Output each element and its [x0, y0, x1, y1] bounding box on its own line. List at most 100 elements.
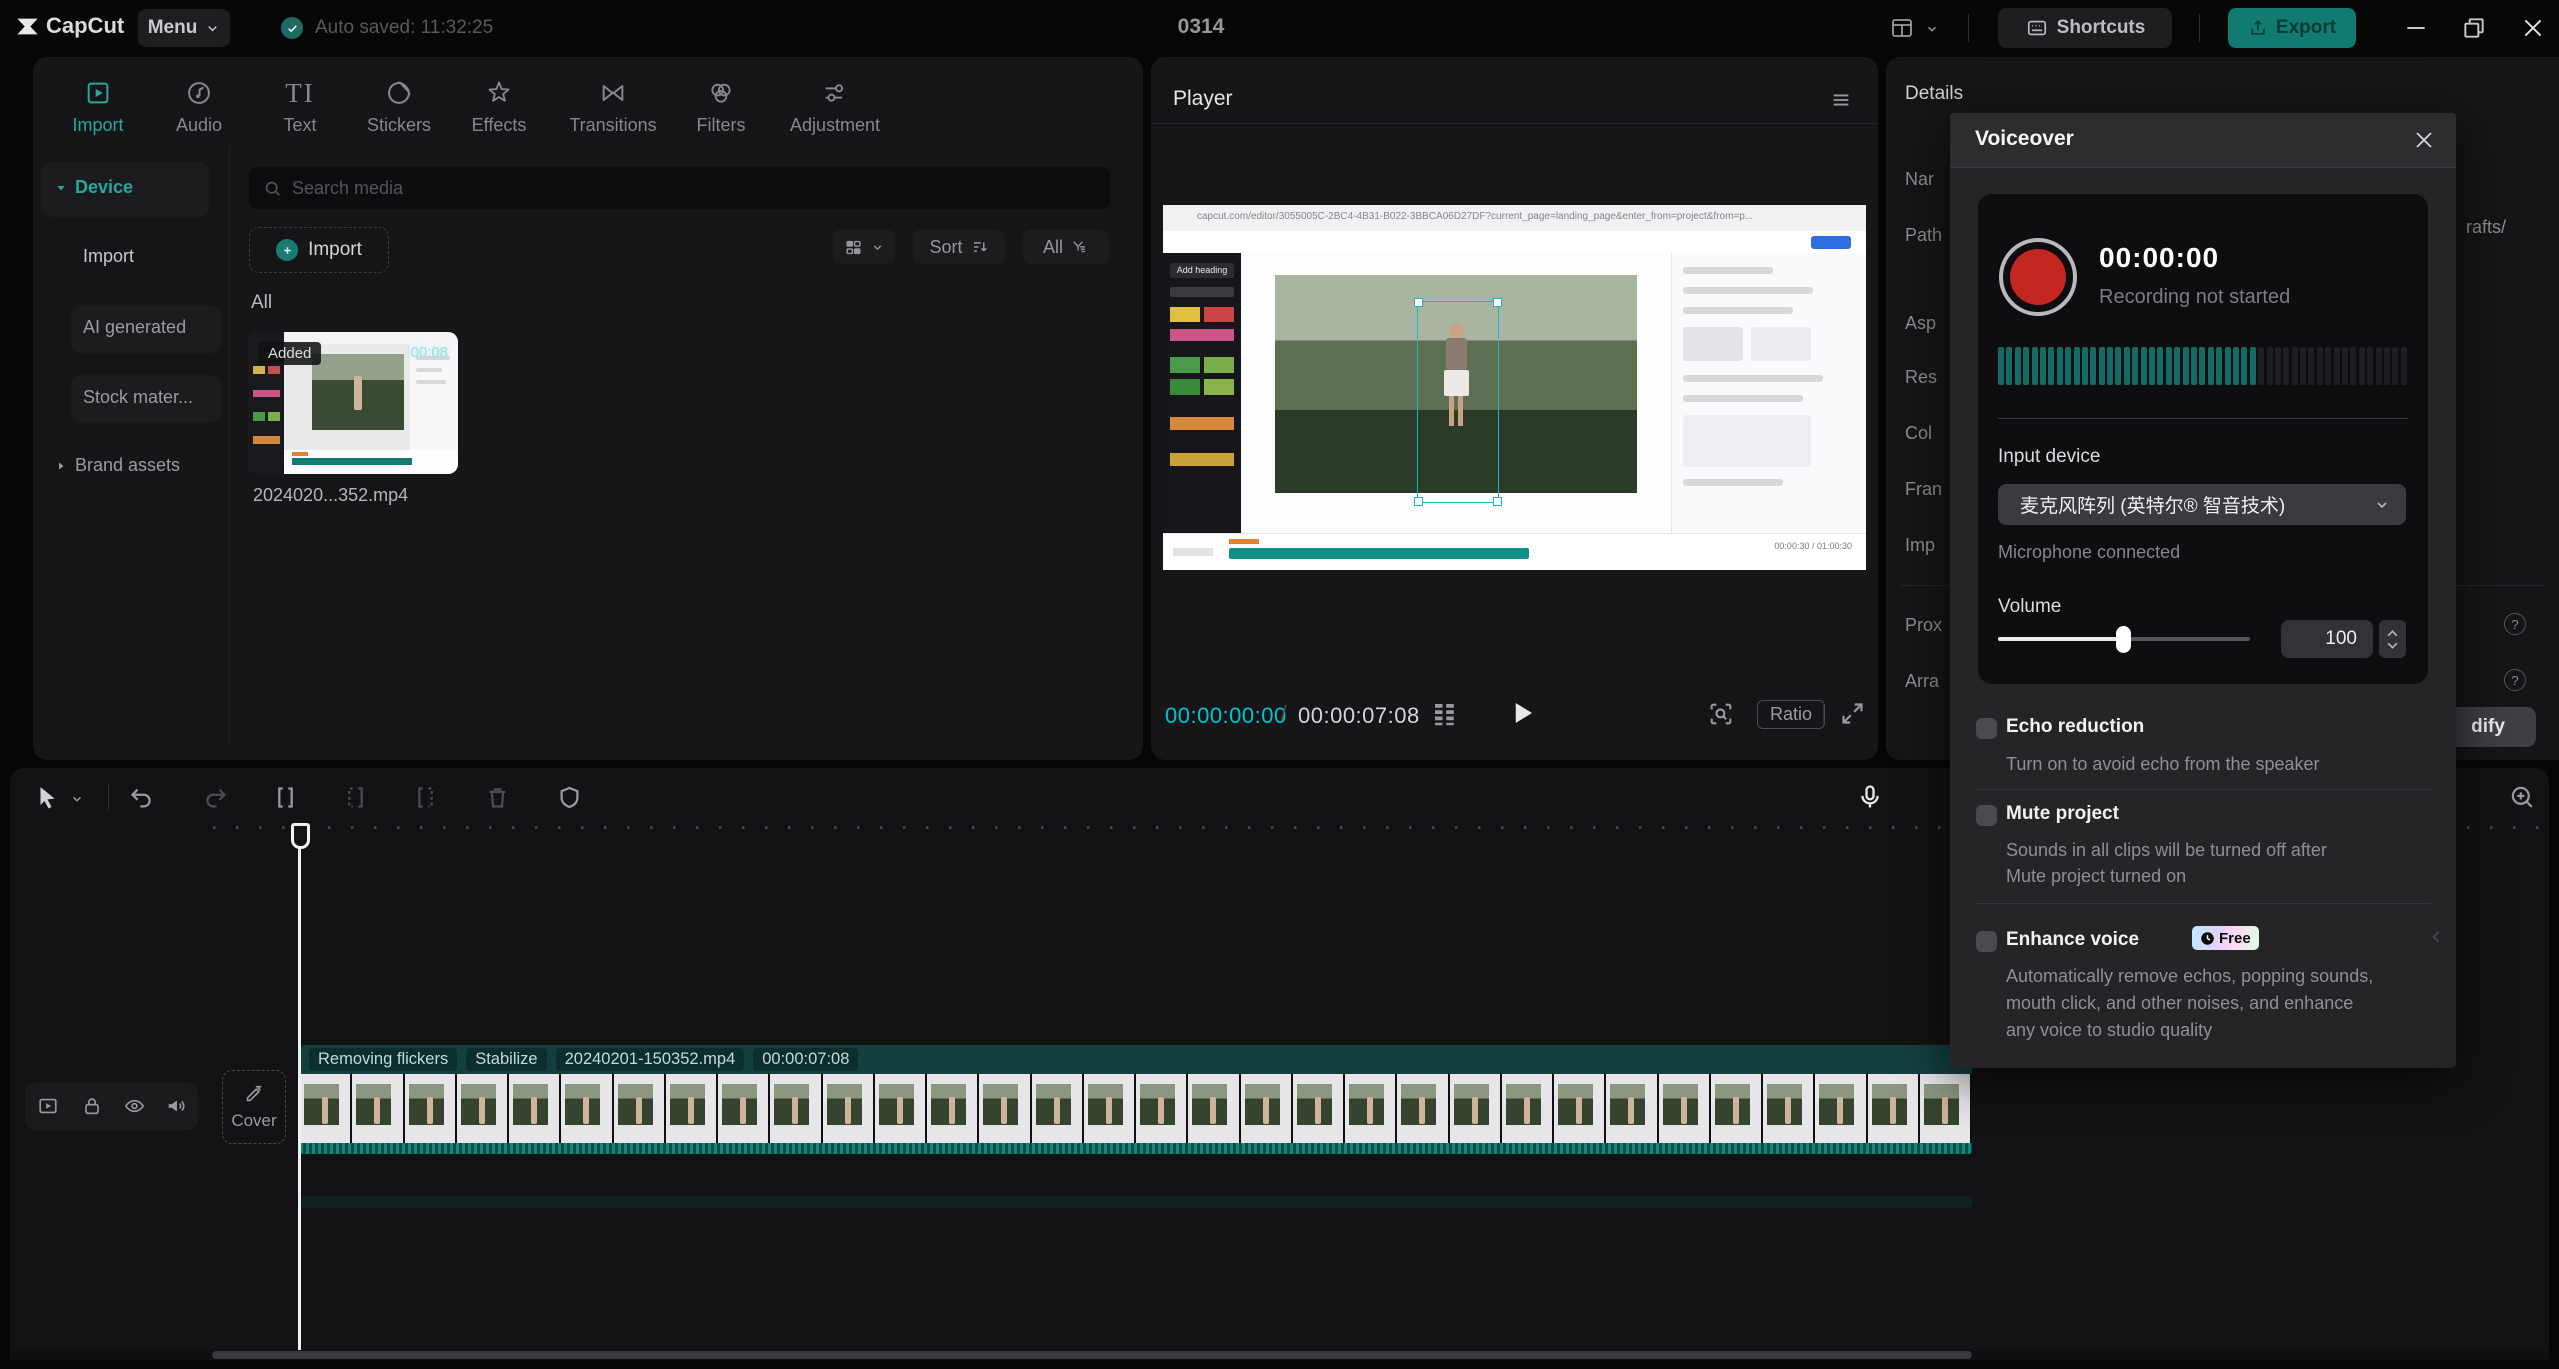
- media-card[interactable]: Added 00:08: [248, 332, 458, 474]
- details-path-value: rafts/: [2466, 217, 2506, 238]
- layout-chevron-icon[interactable]: [1925, 22, 1939, 36]
- level-meter-bar: [2233, 347, 2239, 385]
- fullscreen-icon[interactable]: [1839, 700, 1866, 727]
- clip-header: Removing flickers Stabilize 20240201-150…: [300, 1045, 1972, 1074]
- caret-right-icon: [55, 460, 67, 472]
- split-right-icon[interactable]: [412, 784, 439, 811]
- level-meter-bar: [2099, 347, 2105, 385]
- filmstrip-frame: [1136, 1074, 1188, 1143]
- level-meter-bar: [2090, 347, 2096, 385]
- volume-slider-handle[interactable]: [2116, 626, 2131, 653]
- voiceover-header: Voiceover: [1950, 113, 2456, 168]
- filmstrip-frame: [1815, 1074, 1867, 1143]
- details-row-color: Col: [1905, 423, 1932, 444]
- view-mode-button[interactable]: [833, 230, 895, 264]
- export-button[interactable]: Export: [2228, 8, 2356, 48]
- filter-button[interactable]: All: [1023, 230, 1109, 264]
- ratio-button[interactable]: Ratio: [1757, 700, 1825, 729]
- filmstrip-frame: [1345, 1074, 1397, 1143]
- arrange-help-icon[interactable]: ?: [2504, 669, 2526, 691]
- tab-filters[interactable]: Filters: [661, 79, 781, 136]
- player-video-preview[interactable]: capcut.com/editor/3055005C-2BC4-4B31-B02…: [1163, 205, 1866, 570]
- level-meter-bar: [2006, 347, 2012, 385]
- select-tool-chevron-icon[interactable]: [70, 792, 84, 806]
- recording-status: Recording not started: [2099, 286, 2290, 309]
- main-track-icon[interactable]: [37, 1095, 59, 1117]
- focus-icon[interactable]: [1707, 700, 1735, 728]
- layout-panels-icon[interactable]: [1889, 16, 1915, 40]
- preview-heading-chip: Add heading: [1170, 263, 1234, 278]
- player-menu-icon[interactable]: [1829, 89, 1853, 111]
- level-meter-bar: [1998, 347, 2004, 385]
- proxy-help-icon[interactable]: ?: [2504, 613, 2526, 635]
- record-voiceover-mic-icon[interactable]: [1856, 782, 1884, 812]
- tab-adjustment[interactable]: Adjustment: [775, 79, 895, 136]
- level-meter-bar: [2141, 347, 2147, 385]
- restore-button[interactable]: [2461, 15, 2487, 41]
- sidebar-group-brand-assets[interactable]: Brand assets: [55, 455, 180, 476]
- close-window-button[interactable]: [2520, 15, 2546, 41]
- undo-icon[interactable]: [128, 784, 155, 811]
- timeline-scrollbar[interactable]: [10, 1350, 2549, 1360]
- hide-track-icon[interactable]: [123, 1095, 146, 1117]
- voiceover-title: Voiceover: [1975, 127, 2074, 151]
- tab-effects[interactable]: Effects: [439, 79, 559, 136]
- sidebar-item-import[interactable]: Import: [83, 246, 134, 267]
- stickers-tab-icon: [385, 79, 413, 107]
- select-tool-icon[interactable]: [34, 785, 60, 811]
- input-device-select[interactable]: 麦克风阵列 (英特尔® 智音技术): [1998, 484, 2406, 525]
- filmstrip-frame: [1659, 1074, 1711, 1143]
- menu-label: Menu: [148, 17, 198, 39]
- video-clip[interactable]: Removing flickers Stabilize 20240201-150…: [300, 1045, 1972, 1163]
- sidebar-group-device[interactable]: Device: [55, 177, 133, 198]
- capcut-window: { "titlebar": { "app_name": "CapCut", "m…: [0, 0, 2559, 1369]
- level-meter-bar: [2225, 347, 2231, 385]
- shortcuts-button[interactable]: Shortcuts: [1998, 8, 2172, 48]
- redo-icon[interactable]: [202, 784, 229, 811]
- preview-selection-box: [1417, 301, 1499, 503]
- import-media-button[interactable]: Import: [249, 227, 389, 273]
- filmstrip-frame: [666, 1074, 718, 1143]
- play-button[interactable]: [1507, 697, 1537, 729]
- import-tab-icon: [84, 79, 112, 107]
- sidebar-item-stock-materials[interactable]: Stock mater...: [83, 387, 193, 408]
- volume-stepper[interactable]: [2379, 620, 2406, 658]
- level-meter-bar: [2216, 347, 2222, 385]
- playhead[interactable]: [290, 823, 310, 1353]
- split-left-icon[interactable]: [342, 784, 369, 811]
- filmstrip-frame: [509, 1074, 561, 1143]
- collapse-chevron-icon[interactable]: [2428, 925, 2445, 949]
- enhance-voice-checkbox[interactable]: [1976, 931, 1997, 952]
- sort-button[interactable]: Sort: [913, 230, 1005, 264]
- level-meter-bar: [2174, 347, 2180, 385]
- mute-track-icon[interactable]: [165, 1095, 187, 1117]
- volume-label: Volume: [1998, 596, 2061, 618]
- timeline-zoom-icon[interactable]: [2508, 783, 2536, 811]
- delete-icon[interactable]: [484, 784, 511, 811]
- level-meter-bar: [2376, 347, 2382, 385]
- mute-project-checkbox[interactable]: [1976, 805, 1997, 826]
- tab-transitions[interactable]: Transitions: [553, 79, 673, 136]
- record-button[interactable]: [1999, 238, 2077, 316]
- level-meter-bar: [2334, 347, 2340, 385]
- voiceover-close-icon[interactable]: [2412, 128, 2436, 152]
- cover-shield-icon[interactable]: [556, 784, 583, 811]
- mute-project-desc: Sounds in all clips will be turned off a…: [2006, 837, 2358, 889]
- level-meter-bar: [2384, 347, 2390, 385]
- level-meter-bar: [2057, 347, 2063, 385]
- sidebar-item-ai-generated[interactable]: AI generated: [83, 317, 186, 338]
- cover-button[interactable]: Cover: [222, 1070, 286, 1144]
- echo-reduction-checkbox[interactable]: [1976, 718, 1997, 739]
- scrollbar-thumb[interactable]: [212, 1351, 1972, 1359]
- split-icon[interactable]: [272, 784, 299, 811]
- menu-button[interactable]: Menu: [138, 9, 230, 47]
- level-meter-bar: [2149, 347, 2155, 385]
- volume-value-box[interactable]: 100: [2281, 620, 2373, 658]
- frame-view-icon[interactable]: [1429, 699, 1461, 729]
- lock-track-icon[interactable]: [81, 1095, 103, 1117]
- export-label: Export: [2276, 17, 2336, 39]
- search-box[interactable]: Search media: [249, 167, 1110, 209]
- filmstrip-frame: [614, 1074, 666, 1143]
- minimize-button[interactable]: [2403, 15, 2429, 41]
- volume-slider[interactable]: [1998, 624, 2250, 654]
